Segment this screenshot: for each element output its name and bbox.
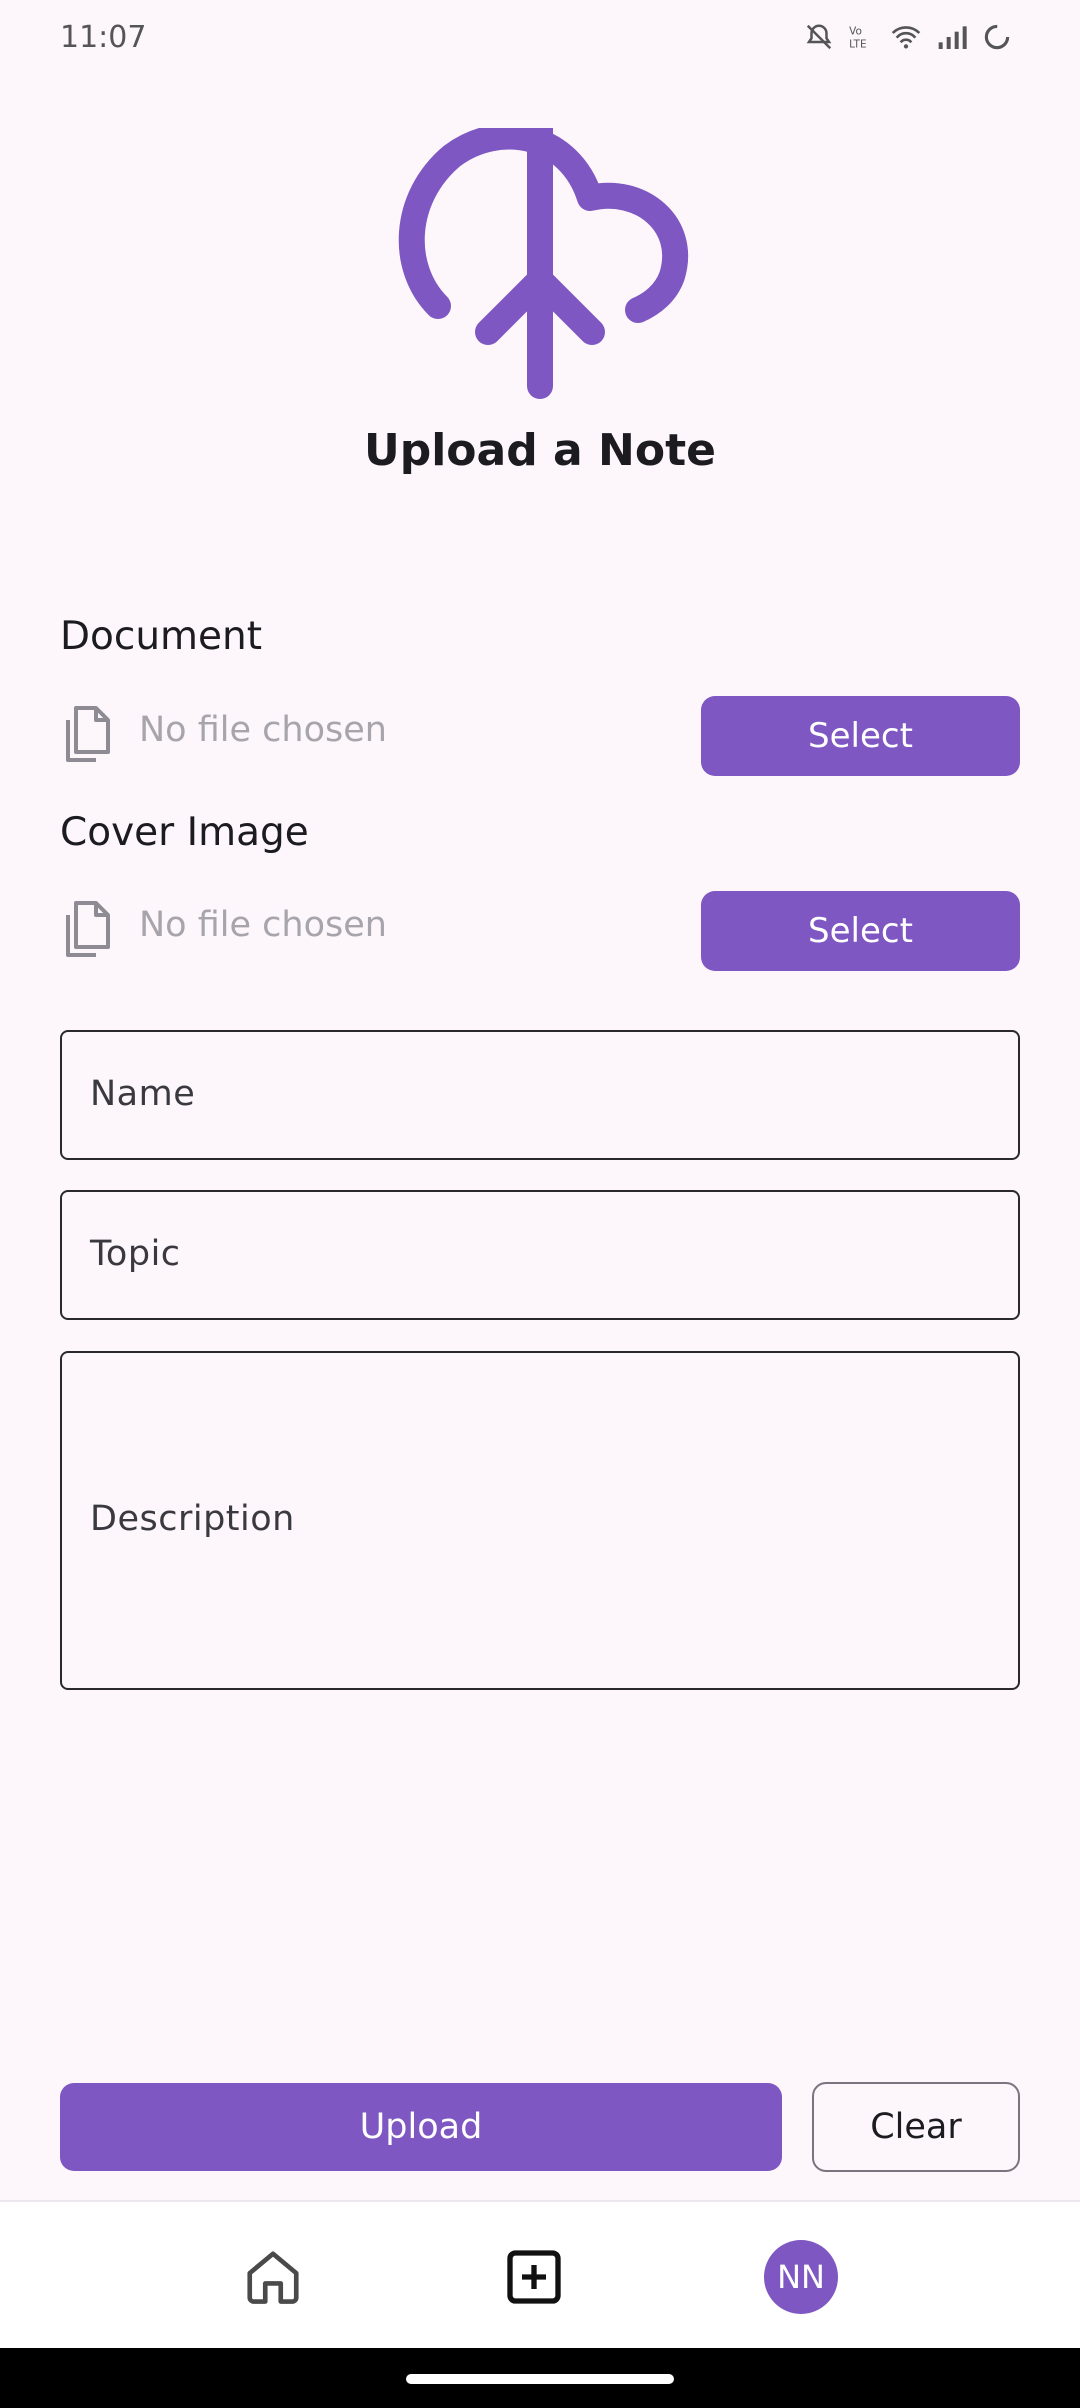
document-file-row: No file chosen Select — [60, 696, 1020, 776]
cover-image-file-status: No file chosen — [139, 905, 387, 945]
name-field[interactable]: Name — [60, 1030, 1020, 1160]
nav-home[interactable] — [238, 2242, 308, 2312]
file-copy-icon — [66, 706, 110, 762]
document-file-status: No file chosen — [139, 710, 387, 750]
file-copy-icon — [66, 901, 110, 957]
cloud-upload-icon — [398, 128, 689, 399]
topic-field-label: Topic — [90, 1234, 181, 1274]
description-field-label: Description — [90, 1499, 295, 1539]
page-title: Upload a Note — [364, 425, 716, 476]
bottom-nav: NN — [0, 2200, 1080, 2348]
gesture-handle[interactable] — [406, 2374, 674, 2384]
cover-image-file-row: No file chosen Select — [60, 891, 1020, 971]
gesture-bar — [0, 2348, 1080, 2408]
clear-button[interactable]: Clear — [812, 2082, 1020, 2172]
svg-text:LTE: LTE — [849, 39, 866, 51]
bell-muted-icon — [806, 24, 832, 50]
document-label: Document — [60, 614, 263, 659]
cover-image-select-button[interactable]: Select — [701, 891, 1020, 971]
cover-image-label: Cover Image — [60, 810, 309, 855]
home-icon — [247, 2251, 299, 2304]
status-time: 11:07 — [60, 20, 147, 55]
battery-loading-icon — [984, 24, 1010, 50]
topic-field[interactable]: Topic — [60, 1190, 1020, 1320]
status-icons: Vo LTE — [804, 22, 1012, 52]
svg-text:Vo: Vo — [849, 26, 862, 38]
status-bar: 11:07 Vo LTE — [0, 0, 1080, 80]
avatar[interactable]: NN — [764, 2240, 838, 2314]
wifi-icon — [891, 26, 921, 49]
nav-add[interactable] — [499, 2242, 569, 2312]
document-select-button[interactable]: Select — [701, 696, 1020, 776]
name-field-label: Name — [90, 1074, 196, 1114]
add-box-icon — [507, 2250, 561, 2304]
signal-icon — [938, 26, 967, 49]
upload-note-screen: 11:07 Vo LTE Upload a Note Document No f… — [0, 0, 1080, 2408]
volte-icon: Vo LTE — [849, 26, 866, 51]
upload-button[interactable]: Upload — [60, 2083, 782, 2171]
description-field[interactable]: Description — [60, 1351, 1020, 1690]
